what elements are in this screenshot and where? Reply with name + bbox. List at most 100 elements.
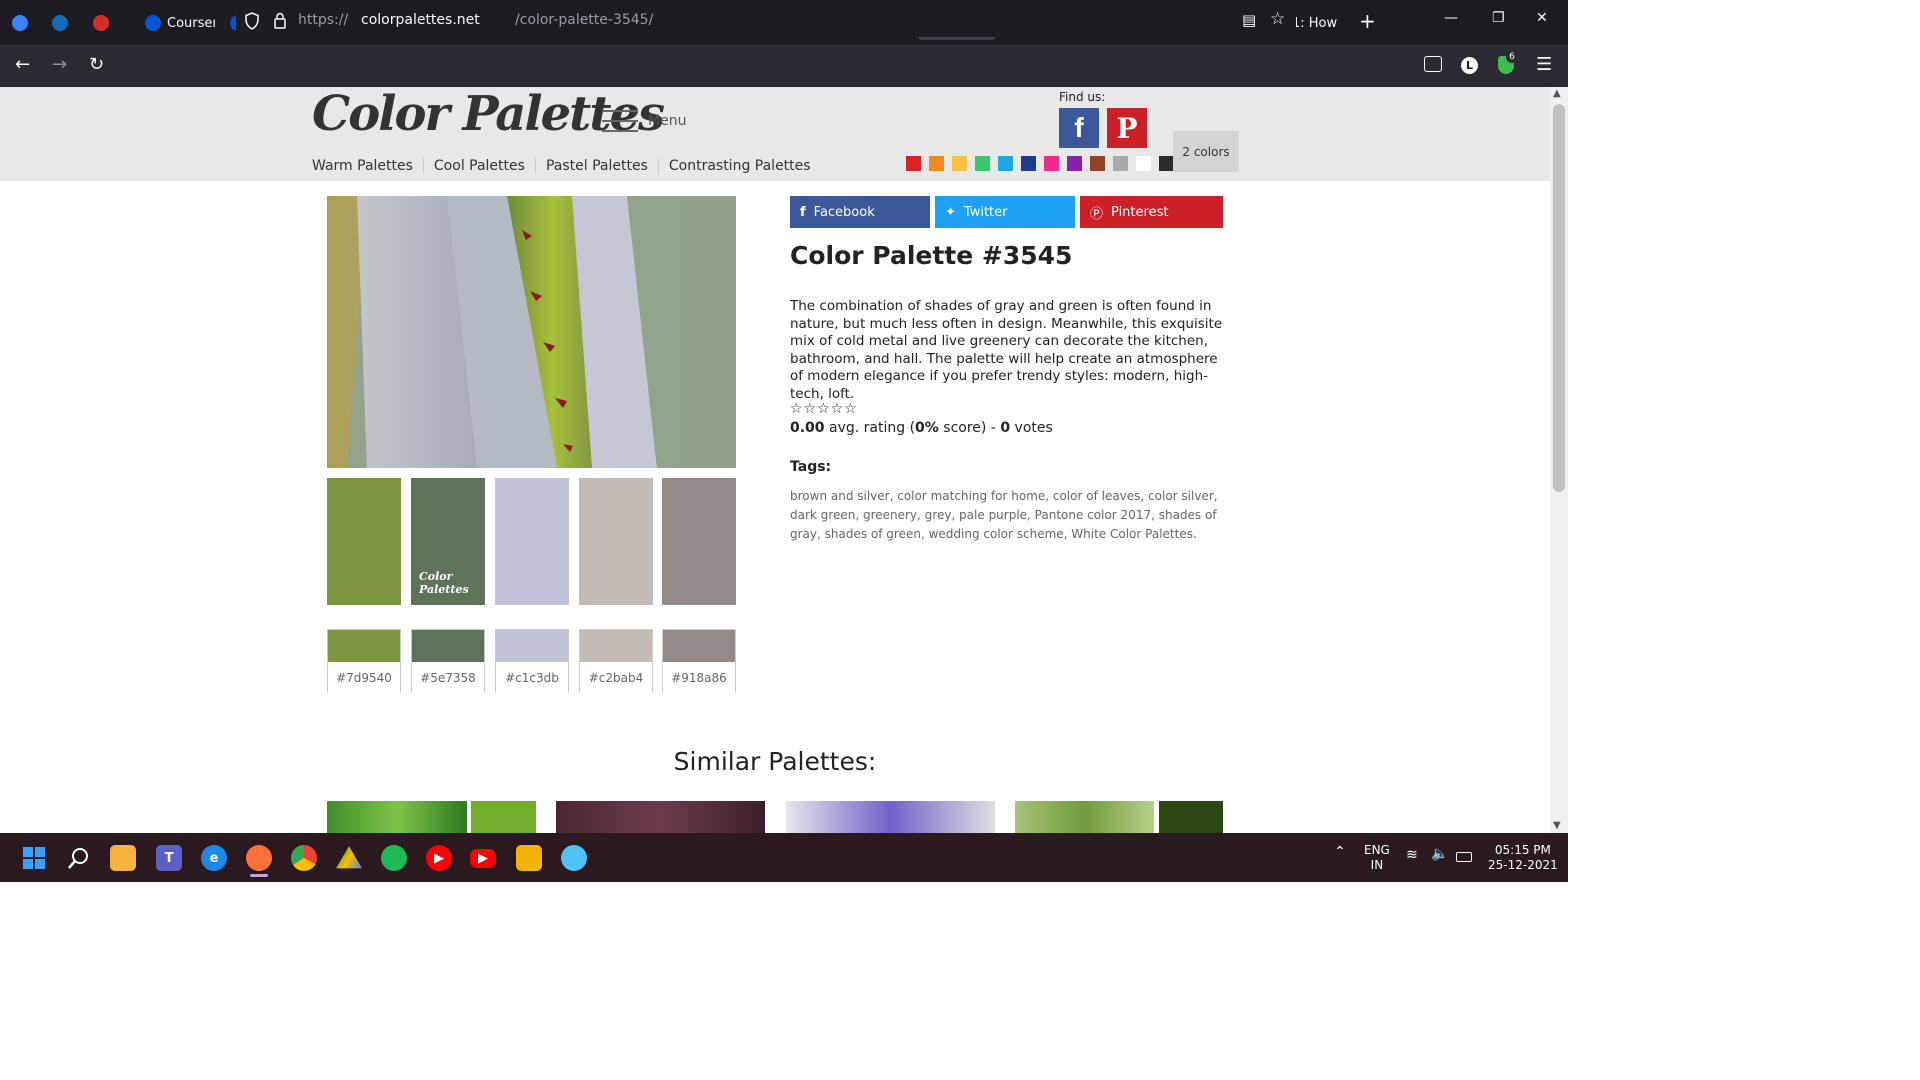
similar-palettes-heading: Similar Palettes: [673, 747, 877, 776]
nav-warm-palettes[interactable]: Warm Palettes [312, 158, 424, 174]
hex-label[interactable]: #5e7358 [412, 662, 484, 694]
lock-icon[interactable] [273, 12, 287, 29]
palette-swatch-1[interactable] [327, 478, 401, 605]
reader-view-icon[interactable]: ▤ [1242, 11, 1256, 29]
scrollbar-thumb[interactable] [1553, 104, 1565, 492]
color-filter-swatch[interactable] [929, 156, 944, 171]
hex-label[interactable]: #c2bab4 [580, 662, 652, 694]
color-filter-swatch[interactable] [1159, 156, 1174, 171]
color-filter-swatch[interactable] [1136, 156, 1151, 171]
teams-icon[interactable]: T [156, 845, 182, 871]
keep-notes-icon[interactable] [516, 845, 542, 871]
tags-heading: Tags: [790, 459, 832, 475]
active-app-indicator [250, 874, 268, 877]
color-filter-swatch[interactable] [1090, 156, 1105, 171]
browser-tab[interactable] [52, 6, 80, 40]
volume-icon[interactable]: 🔈 [1431, 847, 1448, 862]
similar-palette-thumb-4[interactable] [1015, 801, 1154, 833]
file-explorer-icon[interactable] [110, 845, 136, 871]
browser-tab[interactable] [12, 6, 40, 40]
hex-swatch-1[interactable]: #7d9540 [327, 629, 401, 694]
tray-overflow-icon[interactable]: ⌃ [1334, 845, 1346, 860]
scroll-down-icon[interactable]: ▼ [1553, 820, 1561, 831]
score-percent: 0% [915, 420, 939, 436]
menu-button[interactable]: Menu [602, 110, 686, 132]
pocket-icon[interactable] [1424, 56, 1442, 72]
hex-label[interactable]: #7d9540 [328, 662, 400, 694]
hex-swatch-5[interactable]: #918a86 [662, 629, 736, 694]
new-tab-button[interactable]: + [1359, 9, 1376, 33]
windows-taskbar [0, 833, 1568, 882]
share-twitter-button[interactable]: ✦ Twitter [935, 196, 1075, 228]
rating-stars[interactable]: ☆☆☆☆☆ [790, 401, 858, 417]
close-window-icon[interactable]: ✕ [1536, 10, 1548, 26]
palette-swatch-4[interactable] [579, 478, 653, 605]
nav-cool-palettes[interactable]: Cool Palettes [424, 158, 536, 174]
browser-tab[interactable]: Coursera [145, 6, 215, 40]
color-filter-swatch[interactable] [906, 156, 921, 171]
app-menu-icon[interactable]: ☰ [1536, 54, 1552, 75]
spotify-icon[interactable] [381, 845, 407, 871]
url-path: /color-palette-3545/ [515, 12, 654, 28]
youtube-icon[interactable]: ▶ [470, 849, 496, 868]
color-filter-swatch[interactable] [975, 156, 990, 171]
language-indicator[interactable]: ENG IN [1364, 843, 1390, 873]
category-nav: Warm Palettes Cool Palettes Pastel Palet… [312, 158, 821, 174]
restore-icon[interactable]: ❐ [1492, 10, 1505, 26]
color-filter-swatch[interactable] [1113, 156, 1128, 171]
palette-swatch-2[interactable]: Color Palettes [411, 478, 485, 605]
browser-tab-label: Coursera [167, 15, 215, 31]
extension-icon [12, 15, 28, 31]
color-filter-swatch[interactable] [1067, 156, 1082, 171]
color-filter-swatch[interactable] [998, 156, 1013, 171]
similar-palette-swatch-1[interactable] [471, 801, 536, 833]
firefox-icon[interactable] [246, 845, 272, 871]
vote-count: 0 [1000, 420, 1011, 436]
page-title: Color Palette #3545 [790, 241, 1073, 270]
scroll-up-icon[interactable]: ▲ [1553, 88, 1561, 99]
palette-swatch-5[interactable] [662, 478, 736, 605]
profile-avatar[interactable]: L [1461, 57, 1478, 74]
nav-pastel-palettes[interactable]: Pastel Palettes [536, 158, 659, 174]
two-colors-button[interactable]: 2 colors [1173, 131, 1239, 172]
tags-list[interactable]: brown and silver, color matching for hom… [790, 487, 1220, 544]
paint-icon[interactable] [561, 845, 587, 871]
reload-icon[interactable]: ↻ [89, 54, 104, 75]
share-facebook-button[interactable]: f Facebook [790, 196, 930, 228]
back-icon[interactable]: ← [15, 54, 30, 75]
pinterest-icon[interactable]: P [1107, 108, 1147, 148]
palette-swatch-3[interactable] [495, 478, 569, 605]
nav-contrasting-palettes[interactable]: Contrasting Palettes [659, 158, 821, 174]
browser-tab[interactable] [93, 6, 121, 40]
color-filter-swatch[interactable] [1021, 156, 1036, 171]
address-bar[interactable]: https:// colorpalettes.net/color-palette-… [236, 5, 1296, 37]
similar-palette-thumb-3[interactable] [786, 801, 995, 833]
edge-icon[interactable]: e [201, 845, 227, 871]
bookmark-star-icon[interactable]: ☆ [1270, 9, 1285, 29]
chrome-icon[interactable] [291, 845, 317, 871]
twitter-icon: ✦ [945, 204, 956, 220]
similar-palette-swatch-4[interactable] [1159, 801, 1223, 833]
wifi-icon[interactable]: ≋ [1406, 848, 1418, 863]
hex-swatch-2[interactable]: #5e7358 [411, 629, 485, 694]
clock[interactable]: 05:15 PM 25-12-2021 [1488, 843, 1558, 873]
hex-swatch-4[interactable]: #c2bab4 [579, 629, 653, 694]
start-icon[interactable] [21, 845, 47, 871]
hex-label[interactable]: #c1c3db [496, 662, 568, 694]
similar-palette-thumb-1[interactable] [327, 801, 467, 833]
avg-rating: 0.00 [790, 420, 825, 436]
forward-icon[interactable]: → [52, 54, 67, 75]
hex-label[interactable]: #918a86 [663, 662, 735, 694]
share-pinterest-button[interactable]: Ⓟ Pinterest [1080, 196, 1223, 228]
facebook-icon[interactable]: f [1059, 108, 1099, 148]
battery-icon[interactable] [1456, 852, 1472, 862]
hex-swatch-3[interactable]: #c1c3db [495, 629, 569, 694]
minimize-icon[interactable]: — [1444, 10, 1458, 26]
color-filter-row [906, 156, 1174, 171]
color-filter-swatch[interactable] [952, 156, 967, 171]
shield-icon[interactable] [244, 12, 260, 30]
similar-palette-thumb-2[interactable] [556, 801, 765, 833]
youtube-music-icon[interactable]: ▶ [426, 845, 452, 871]
search-icon[interactable] [66, 845, 92, 871]
color-filter-swatch[interactable] [1044, 156, 1059, 171]
